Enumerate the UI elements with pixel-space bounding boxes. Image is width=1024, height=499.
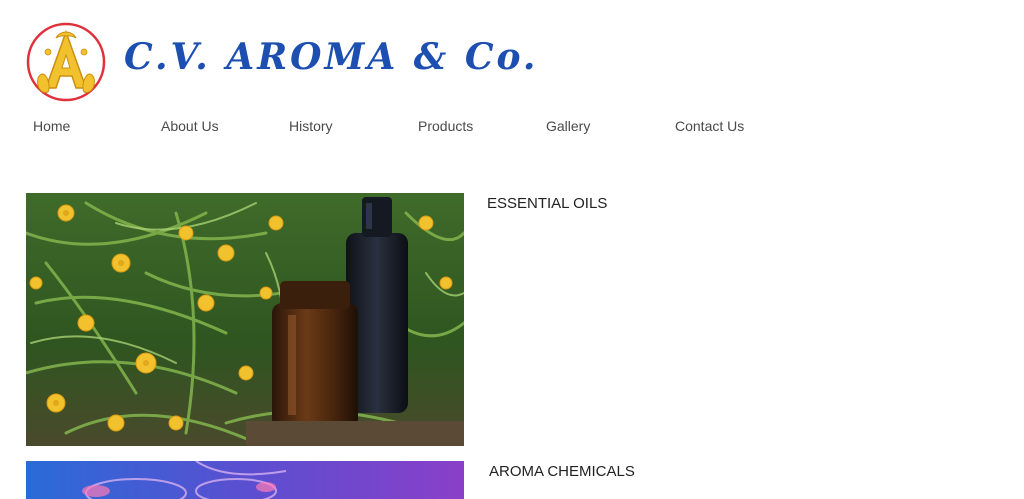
logo-emblem[interactable]: A	[26, 22, 106, 102]
flowers-and-bottles-photo	[26, 193, 464, 446]
essential-oils-title[interactable]: ESSENTIAL OILS	[487, 195, 607, 212]
nav-item-history[interactable]: History	[289, 118, 333, 134]
brand-name[interactable]: C.V. AROMA & Co.	[124, 36, 538, 78]
aroma-chemicals-image[interactable]	[26, 461, 464, 499]
main-nav: Home About Us History Products Gallery C…	[0, 118, 1024, 140]
nav-item-contact-us[interactable]: Contact Us	[675, 118, 744, 134]
essential-oils-image[interactable]	[26, 193, 464, 446]
logo-icon: A	[26, 22, 106, 102]
nav-item-gallery[interactable]: Gallery	[546, 118, 590, 134]
nav-item-about-us[interactable]: About Us	[161, 118, 219, 134]
nav-item-home[interactable]: Home	[33, 118, 70, 134]
nav-item-products[interactable]: Products	[418, 118, 473, 134]
glassware-photo	[26, 461, 464, 499]
aroma-chemicals-title[interactable]: AROMA CHEMICALS	[489, 463, 635, 480]
page: A C.V. AROMA & Co. Home About Us History…	[0, 0, 1024, 499]
